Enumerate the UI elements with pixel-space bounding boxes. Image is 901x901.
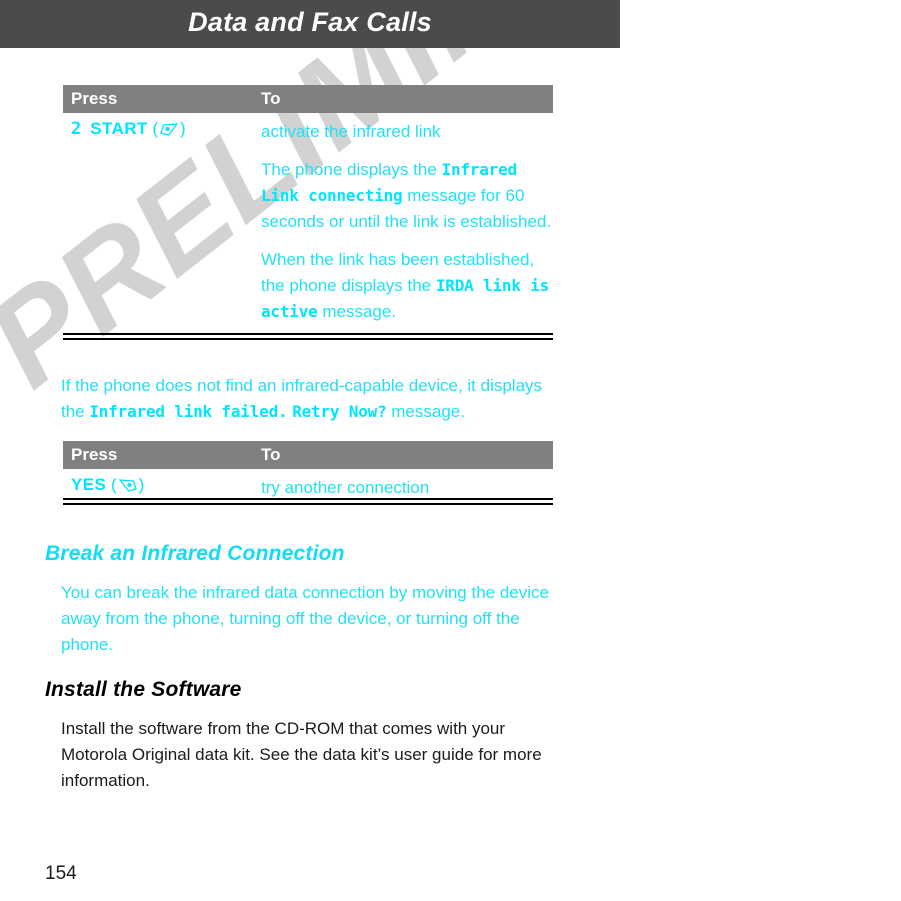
rule-line-top [63,498,553,500]
key-icon-close-paren: ) [180,119,186,138]
page-title: Data and Fax Calls [188,7,432,37]
rule-line-bottom [63,503,553,505]
infrared-failure-paragraph: If the phone does not find an infrared-c… [61,373,553,425]
press-to-table-1: Press To 2 START () activate the infrared… [63,85,553,325]
press-cell: 2 START () [63,119,261,325]
key-icon-close-paren: ) [138,475,145,494]
rule-line-top [63,333,553,335]
table-row: YES () try another connection [63,469,553,501]
failure-post: message. [386,402,465,421]
key-icon-open-paren: ( [147,119,159,138]
table-2-bottom-rule [63,498,553,505]
document-page: Data and Fax Calls Press To 2 START () ac… [0,0,901,901]
table-header-row: Press To [63,85,553,113]
table-header-row: Press To [63,441,553,469]
table-row: 2 START () activate the infrared link The… [63,113,553,325]
left-softkey-icon [118,479,137,492]
press-to-table-2: Press To YES () try another connection [63,441,553,501]
table-1-bottom-rule [63,333,553,340]
to-paragraph-3: When the link has been established, the … [261,247,553,325]
heading-break-infrared-connection: Break an Infrared Connection [45,542,345,565]
failure-message-2: Retry Now? [292,402,387,421]
page-number: 154 [45,863,77,884]
key-label-yes: YES [71,475,107,494]
failure-message-1: Infrared link failed. [89,402,288,421]
step-number: 2 [71,119,82,139]
to-line-1: activate the infrared link [261,122,441,141]
column-header-to: To [261,89,281,108]
install-software-body: Install the software from the CD-ROM tha… [61,719,542,790]
to-p3-post: message. [317,302,397,321]
heading-install-the-software: Install the Software [45,678,242,701]
key-icon-open-paren: ( [106,475,117,494]
rule-line-bottom [63,338,553,340]
to-paragraph-2: The phone displays the Infrared Link con… [261,157,553,235]
to-cell: activate the infrared link The phone dis… [261,119,553,325]
to-p2-pre: The phone displays the [261,160,442,179]
right-softkey-icon [160,123,179,136]
column-header-to: To [261,445,281,464]
break-infrared-body: You can break the infrared data connecti… [61,583,549,654]
key-label-start: START [90,119,148,138]
column-header-press: Press [71,89,118,108]
column-header-press: Press [71,445,118,464]
